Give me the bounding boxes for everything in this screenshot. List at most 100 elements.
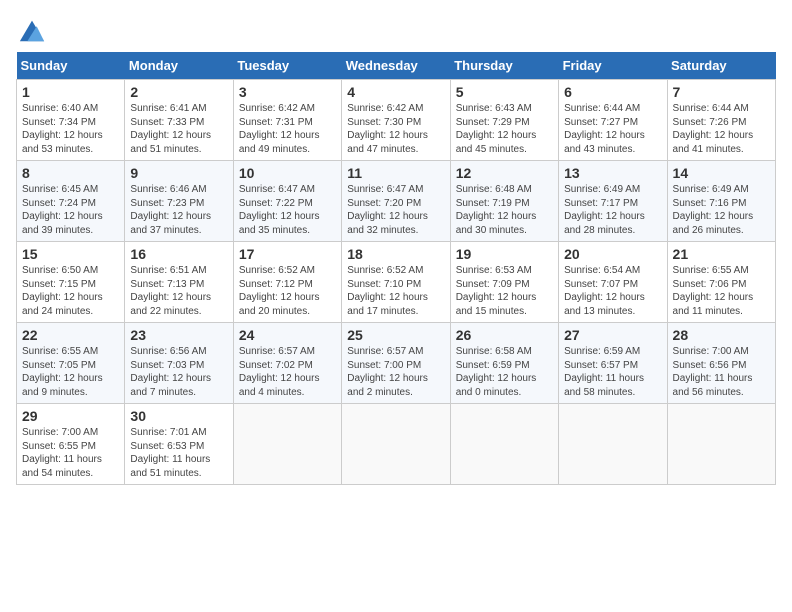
calendar-table: SundayMondayTuesdayWednesdayThursdayFrid… [16, 52, 776, 485]
day-number: 14 [673, 165, 770, 181]
calendar-cell [342, 404, 450, 485]
day-info: Sunrise: 7:00 AMSunset: 6:55 PMDaylight:… [22, 426, 119, 480]
calendar-cell [559, 404, 667, 485]
day-info: Sunrise: 6:55 AMSunset: 7:06 PMDaylight:… [673, 264, 770, 318]
calendar-cell: 30Sunrise: 7:01 AMSunset: 6:53 PMDayligh… [125, 404, 233, 485]
calendar-cell: 29 Sunrise: 7:00 AMSunset: 6:55 PMDayligh… [17, 404, 125, 485]
day-number: 22 [22, 327, 119, 343]
calendar-cell: 12 Sunrise: 6:48 AMSunset: 7:19 PMDayligh… [450, 161, 558, 242]
calendar-cell: 7 Sunrise: 6:44 AMSunset: 7:26 PMDaylight… [667, 80, 775, 161]
day-info: Sunrise: 6:50 AMSunset: 7:15 PMDaylight:… [22, 264, 119, 318]
day-info: Sunrise: 6:40 AMSunset: 7:34 PMDaylight:… [22, 102, 119, 156]
calendar-cell: 1 Sunrise: 6:40 AMSunset: 7:34 PMDaylight… [17, 80, 125, 161]
day-number: 15 [22, 246, 119, 262]
calendar-cell: 3Sunrise: 6:42 AMSunset: 7:31 PMDaylight… [233, 80, 341, 161]
calendar-cell: 5Sunrise: 6:43 AMSunset: 7:29 PMDaylight… [450, 80, 558, 161]
logo-icon [18, 16, 46, 44]
day-info: Sunrise: 6:59 AMSunset: 6:57 PMDaylight:… [564, 345, 661, 399]
calendar-cell [450, 404, 558, 485]
day-number: 29 [22, 408, 119, 424]
column-header-monday: Monday [125, 52, 233, 80]
day-info: Sunrise: 6:55 AMSunset: 7:05 PMDaylight:… [22, 345, 119, 399]
day-info: Sunrise: 6:44 AMSunset: 7:27 PMDaylight:… [564, 102, 661, 156]
day-number: 12 [456, 165, 553, 181]
calendar-cell: 16 Sunrise: 6:51 AMSunset: 7:13 PMDayligh… [125, 242, 233, 323]
day-info: Sunrise: 6:47 AMSunset: 7:20 PMDaylight:… [347, 183, 444, 237]
day-info: Sunrise: 6:48 AMSunset: 7:19 PMDaylight:… [456, 183, 553, 237]
day-info: Sunrise: 6:42 AMSunset: 7:30 PMDaylight:… [347, 102, 444, 156]
column-header-tuesday: Tuesday [233, 52, 341, 80]
calendar-cell: 28 Sunrise: 7:00 AMSunset: 6:56 PMDayligh… [667, 323, 775, 404]
calendar-cell: 27 Sunrise: 6:59 AMSunset: 6:57 PMDayligh… [559, 323, 667, 404]
day-info: Sunrise: 6:53 AMSunset: 7:09 PMDaylight:… [456, 264, 553, 318]
calendar-cell: 6 Sunrise: 6:44 AMSunset: 7:27 PMDaylight… [559, 80, 667, 161]
day-number: 3 [239, 84, 336, 100]
day-number: 20 [564, 246, 661, 262]
day-info: Sunrise: 6:52 AMSunset: 7:10 PMDaylight:… [347, 264, 444, 318]
calendar-week-row: 15 Sunrise: 6:50 AMSunset: 7:15 PMDayligh… [17, 242, 776, 323]
day-number: 11 [347, 165, 444, 181]
calendar-cell: 25Sunrise: 6:57 AMSunset: 7:00 PMDayligh… [342, 323, 450, 404]
day-number: 24 [239, 327, 336, 343]
day-info: Sunrise: 6:56 AMSunset: 7:03 PMDaylight:… [130, 345, 227, 399]
column-header-sunday: Sunday [17, 52, 125, 80]
day-number: 7 [673, 84, 770, 100]
calendar-cell: 9 Sunrise: 6:46 AMSunset: 7:23 PMDaylight… [125, 161, 233, 242]
calendar-week-row: 29 Sunrise: 7:00 AMSunset: 6:55 PMDayligh… [17, 404, 776, 485]
day-info: Sunrise: 6:47 AMSunset: 7:22 PMDaylight:… [239, 183, 336, 237]
day-info: Sunrise: 6:46 AMSunset: 7:23 PMDaylight:… [130, 183, 227, 237]
calendar-cell: 24 Sunrise: 6:57 AMSunset: 7:02 PMDayligh… [233, 323, 341, 404]
day-number: 17 [239, 246, 336, 262]
day-info: Sunrise: 6:41 AMSunset: 7:33 PMDaylight:… [130, 102, 227, 156]
column-header-wednesday: Wednesday [342, 52, 450, 80]
day-info: Sunrise: 6:57 AMSunset: 7:00 PMDaylight:… [347, 345, 444, 399]
day-number: 28 [673, 327, 770, 343]
column-header-thursday: Thursday [450, 52, 558, 80]
day-info: Sunrise: 6:45 AMSunset: 7:24 PMDaylight:… [22, 183, 119, 237]
day-info: Sunrise: 6:44 AMSunset: 7:26 PMDaylight:… [673, 102, 770, 156]
day-number: 23 [130, 327, 227, 343]
day-info: Sunrise: 6:54 AMSunset: 7:07 PMDaylight:… [564, 264, 661, 318]
day-info: Sunrise: 6:43 AMSunset: 7:29 PMDaylight:… [456, 102, 553, 156]
calendar-cell: 14 Sunrise: 6:49 AMSunset: 7:16 PMDayligh… [667, 161, 775, 242]
calendar-cell: 19 Sunrise: 6:53 AMSunset: 7:09 PMDayligh… [450, 242, 558, 323]
day-info: Sunrise: 7:00 AMSunset: 6:56 PMDaylight:… [673, 345, 770, 399]
calendar-cell: 17 Sunrise: 6:52 AMSunset: 7:12 PMDayligh… [233, 242, 341, 323]
day-number: 1 [22, 84, 119, 100]
day-number: 4 [347, 84, 444, 100]
page-header [16, 16, 776, 44]
calendar-header-row: SundayMondayTuesdayWednesdayThursdayFrid… [17, 52, 776, 80]
calendar-cell: 26 Sunrise: 6:58 AMSunset: 6:59 PMDayligh… [450, 323, 558, 404]
calendar-cell: 22 Sunrise: 6:55 AMSunset: 7:05 PMDayligh… [17, 323, 125, 404]
day-number: 13 [564, 165, 661, 181]
day-info: Sunrise: 6:52 AMSunset: 7:12 PMDaylight:… [239, 264, 336, 318]
day-number: 27 [564, 327, 661, 343]
day-info: Sunrise: 7:01 AMSunset: 6:53 PMDaylight:… [130, 426, 227, 480]
day-number: 21 [673, 246, 770, 262]
calendar-cell [667, 404, 775, 485]
day-number: 6 [564, 84, 661, 100]
calendar-week-row: 8 Sunrise: 6:45 AMSunset: 7:24 PMDaylight… [17, 161, 776, 242]
calendar-cell: 18 Sunrise: 6:52 AMSunset: 7:10 PMDayligh… [342, 242, 450, 323]
day-number: 26 [456, 327, 553, 343]
calendar-cell: 8 Sunrise: 6:45 AMSunset: 7:24 PMDaylight… [17, 161, 125, 242]
day-number: 8 [22, 165, 119, 181]
day-number: 16 [130, 246, 227, 262]
column-header-friday: Friday [559, 52, 667, 80]
column-header-saturday: Saturday [667, 52, 775, 80]
day-info: Sunrise: 6:57 AMSunset: 7:02 PMDaylight:… [239, 345, 336, 399]
calendar-cell: 13Sunrise: 6:49 AMSunset: 7:17 PMDayligh… [559, 161, 667, 242]
calendar-cell: 10Sunrise: 6:47 AMSunset: 7:22 PMDayligh… [233, 161, 341, 242]
day-number: 19 [456, 246, 553, 262]
day-number: 18 [347, 246, 444, 262]
logo [16, 16, 46, 44]
day-info: Sunrise: 6:58 AMSunset: 6:59 PMDaylight:… [456, 345, 553, 399]
calendar-week-row: 22 Sunrise: 6:55 AMSunset: 7:05 PMDayligh… [17, 323, 776, 404]
calendar-cell: 21 Sunrise: 6:55 AMSunset: 7:06 PMDayligh… [667, 242, 775, 323]
calendar-cell: 23 Sunrise: 6:56 AMSunset: 7:03 PMDayligh… [125, 323, 233, 404]
day-number: 9 [130, 165, 227, 181]
day-info: Sunrise: 6:49 AMSunset: 7:16 PMDaylight:… [673, 183, 770, 237]
day-info: Sunrise: 6:51 AMSunset: 7:13 PMDaylight:… [130, 264, 227, 318]
calendar-week-row: 1 Sunrise: 6:40 AMSunset: 7:34 PMDaylight… [17, 80, 776, 161]
day-number: 2 [130, 84, 227, 100]
